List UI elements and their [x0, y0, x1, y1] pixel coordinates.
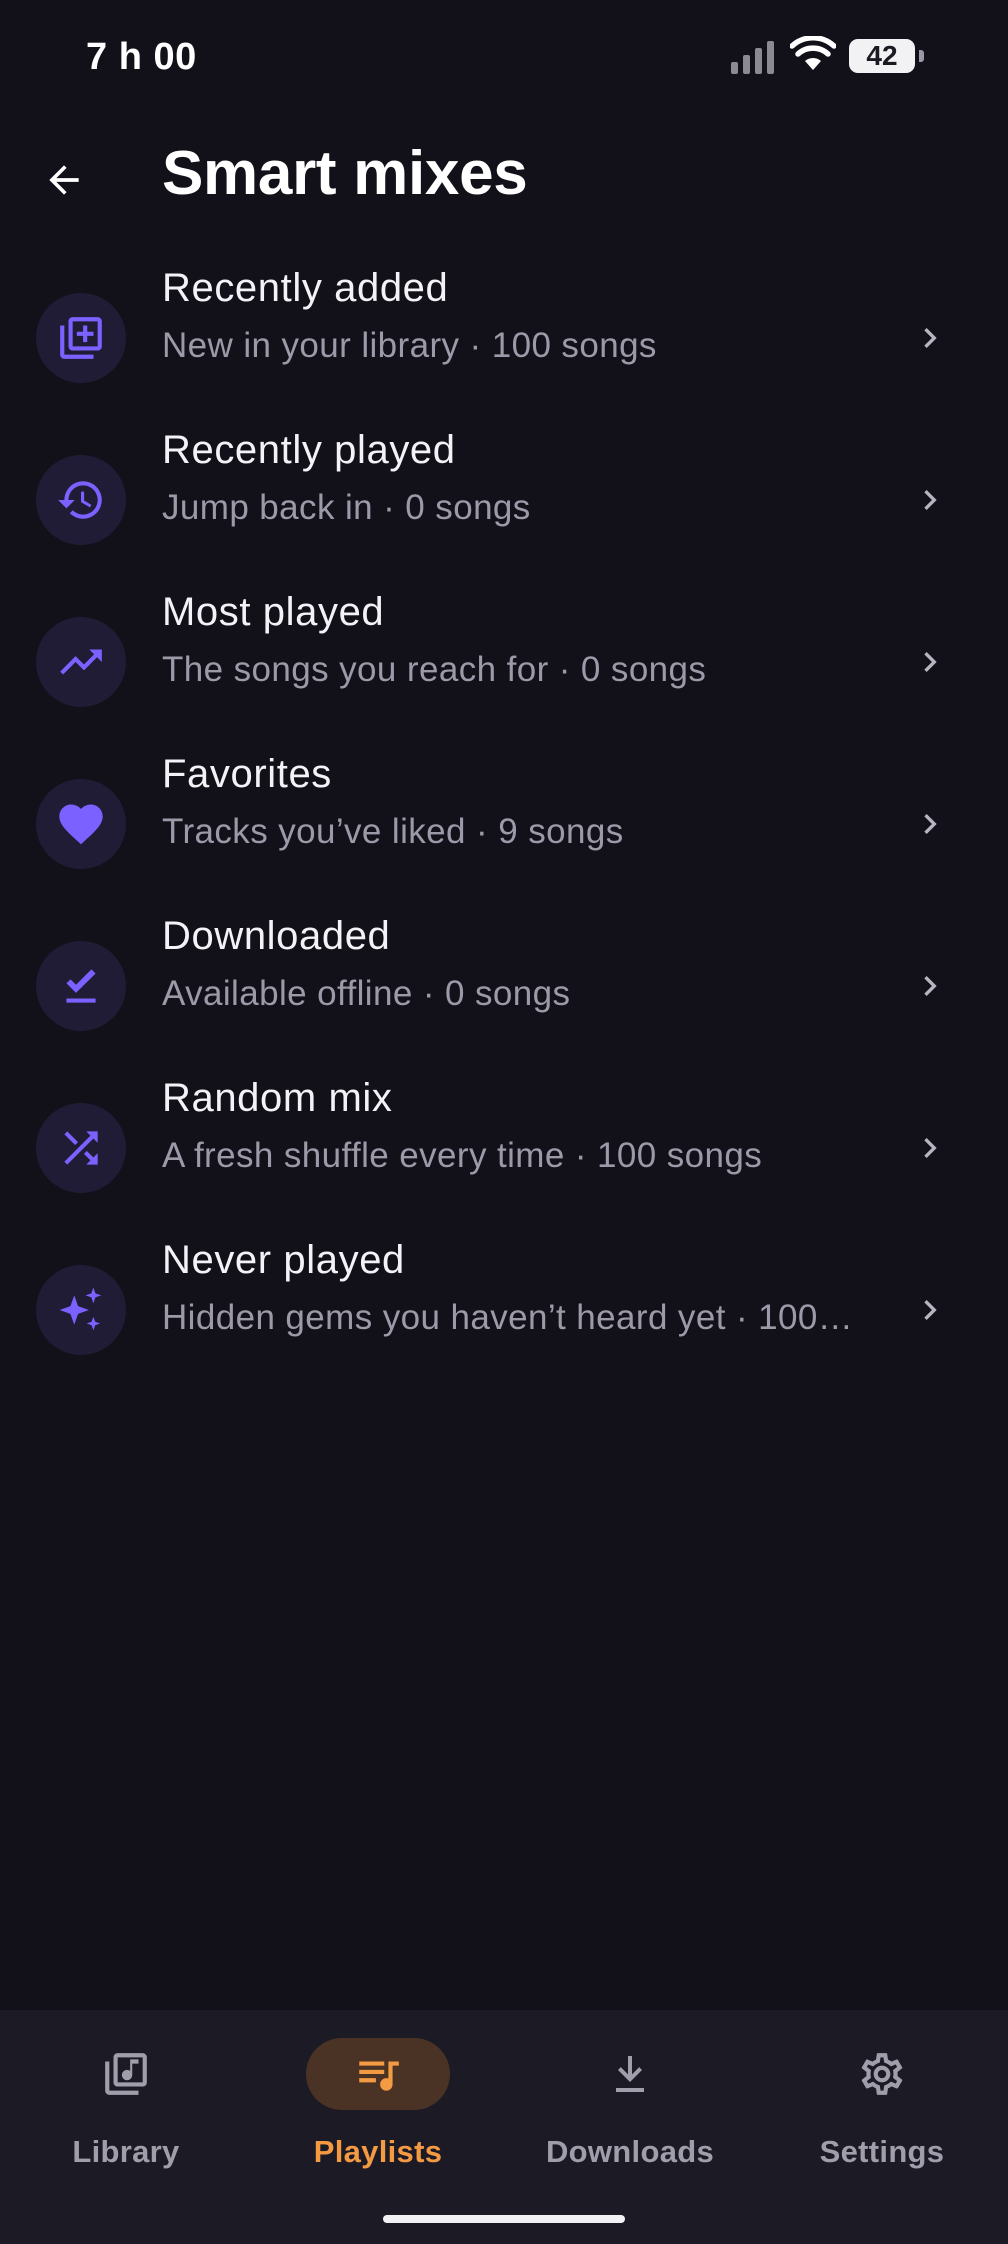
arrow-left-icon: [49, 165, 79, 195]
page-title: Smart mixes: [162, 139, 528, 208]
mix-title: Recently played: [162, 428, 456, 472]
bottom-navigation: Library Playlists Downloads Settings: [0, 2010, 1008, 2244]
nav-pill-active: [306, 2038, 450, 2110]
battery-indicator: 42: [849, 39, 924, 73]
shuffle-icon: [36, 1103, 126, 1193]
mix-item-recently-played[interactable]: Recently played Jump back in · 0 songs: [0, 420, 1008, 582]
mix-title: Recently added: [162, 266, 449, 310]
nav-library[interactable]: Library: [0, 2036, 252, 2186]
library-add-icon: [36, 293, 126, 383]
mix-item-random-mix[interactable]: Random mix A fresh shuffle every time · …: [0, 1068, 1008, 1230]
nav-playlists[interactable]: Playlists: [252, 2036, 504, 2186]
mix-item-never-played[interactable]: Never played Hidden gems you haven’t hea…: [0, 1230, 1008, 1392]
mix-item-most-played[interactable]: Most played The songs you reach for · 0 …: [0, 582, 1008, 744]
nav-pill: [810, 2038, 954, 2110]
screen: 7 h 00 42 Smart mixes Recently added New…: [0, 0, 1008, 2244]
header: Smart mixes: [0, 130, 1008, 225]
chevron-right-icon: [924, 1300, 937, 1320]
wifi-icon: [790, 36, 836, 70]
smart-mix-list: Recently added New in your library · 100…: [0, 258, 1008, 1392]
nav-pill: [558, 2038, 702, 2110]
mix-subtitle: Tracks you’ve liked · 9 songs: [162, 812, 624, 851]
playlist-music-icon: [359, 2061, 399, 2091]
battery-level: 42: [866, 40, 898, 71]
status-bar: 7 h 00 42: [0, 0, 1008, 115]
nav-label: Settings: [819, 2134, 945, 2169]
mix-item-downloaded[interactable]: Downloaded Available offline · 0 songs: [0, 906, 1008, 1068]
mix-title: Random mix: [162, 1076, 393, 1120]
heart-icon: [36, 779, 126, 869]
chevron-right-icon: [924, 652, 937, 672]
nav-label: Playlists: [313, 2134, 443, 2169]
mix-subtitle: Hidden gems you haven’t heard yet · 100 …: [162, 1298, 862, 1337]
nav-settings[interactable]: Settings: [756, 2036, 1008, 2186]
download-done-icon: [36, 941, 126, 1031]
chevron-right-icon: [924, 976, 937, 996]
trending-up-icon: [36, 617, 126, 707]
status-time: 7 h 00: [86, 36, 197, 78]
chevron-right-icon: [924, 814, 937, 834]
history-icon: [36, 455, 126, 545]
chevron-right-icon: [924, 328, 937, 348]
nav-label: Downloads: [545, 2134, 715, 2169]
mix-title: Never played: [162, 1238, 405, 1282]
back-button[interactable]: [32, 148, 96, 212]
mix-subtitle: Jump back in · 0 songs: [162, 488, 531, 527]
mix-subtitle: A fresh shuffle every time · 100 songs: [162, 1136, 763, 1175]
nav-downloads[interactable]: Downloads: [504, 2036, 756, 2186]
library-music-icon: [105, 2053, 147, 2095]
signal-icon: [731, 41, 774, 74]
mix-title: Downloaded: [162, 914, 391, 958]
chevron-right-icon: [924, 490, 937, 510]
mix-item-recently-added[interactable]: Recently added New in your library · 100…: [0, 258, 1008, 420]
gear-icon: [861, 2053, 903, 2095]
mix-item-favorites[interactable]: Favorites Tracks you’ve liked · 9 songs: [0, 744, 1008, 906]
nav-label: Library: [72, 2134, 180, 2169]
download-icon: [616, 2056, 644, 2092]
nav-pill: [54, 2038, 198, 2110]
sparkle-icon: [36, 1265, 126, 1355]
chevron-right-icon: [924, 1138, 937, 1158]
home-indicator[interactable]: [383, 2215, 625, 2223]
mix-title: Most played: [162, 590, 385, 634]
mix-subtitle: New in your library · 100 songs: [162, 326, 657, 365]
mix-title: Favorites: [162, 752, 332, 796]
mix-subtitle: The songs you reach for · 0 songs: [162, 650, 707, 689]
mix-subtitle: Available offline · 0 songs: [162, 974, 571, 1013]
